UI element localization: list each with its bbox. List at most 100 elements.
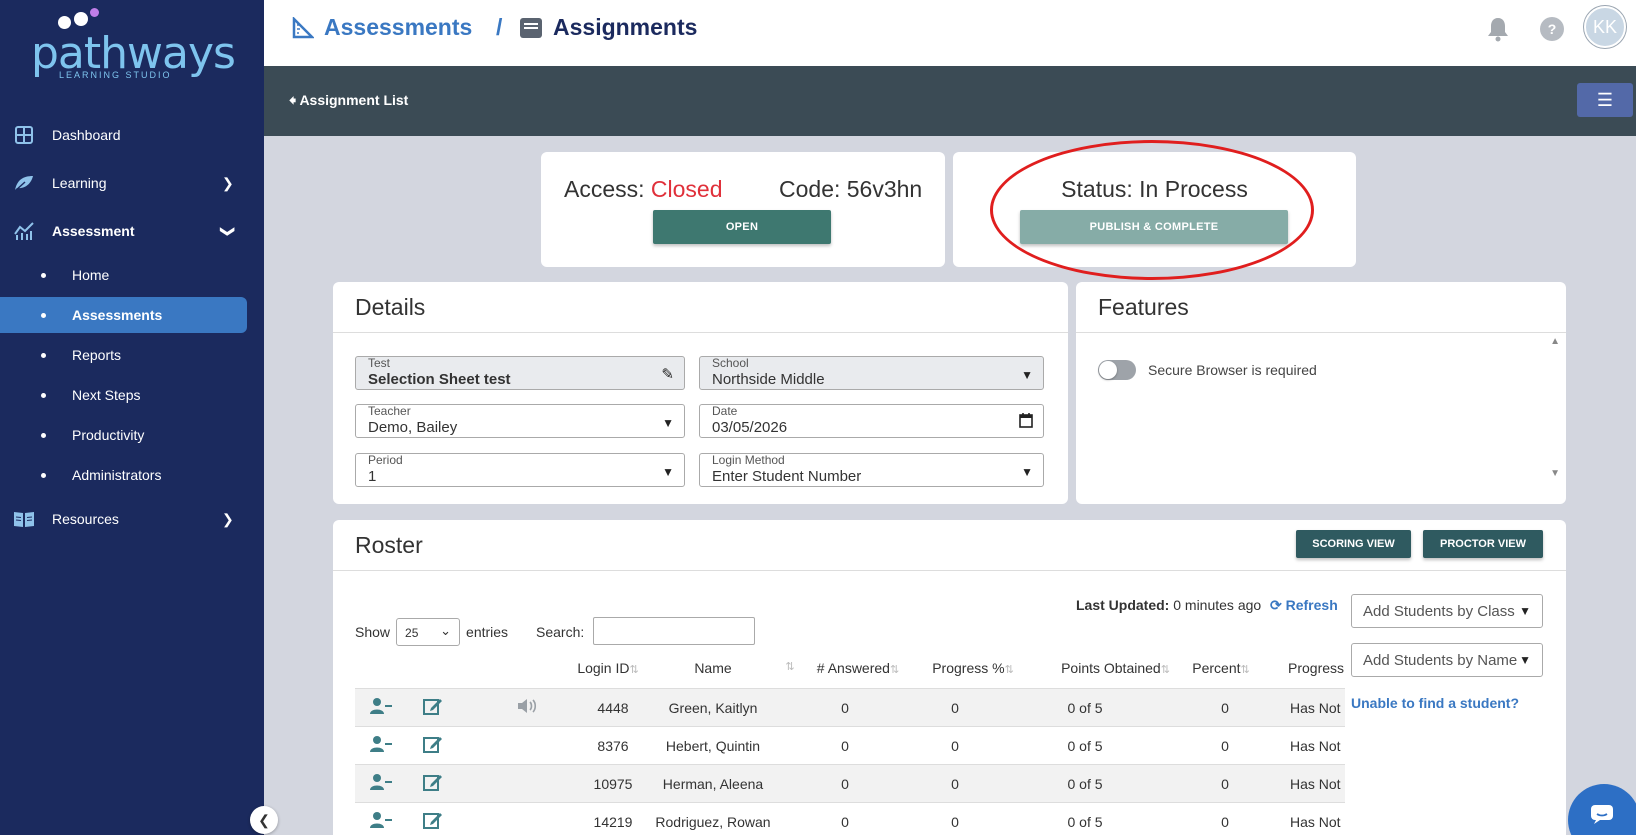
roster-title: Roster: [355, 532, 423, 558]
column-label: Progress: [1288, 660, 1345, 676]
cell-name: Hebert, Quintin: [665, 738, 761, 754]
leaf-icon: [13, 172, 35, 194]
sidebar-item-label: Resources: [52, 511, 119, 527]
cell-progress-pct: 0: [951, 814, 959, 830]
proctor-view-button[interactable]: PROCTOR VIEW: [1423, 530, 1543, 558]
sidebar-item-dashboard[interactable]: Dashboard: [0, 118, 264, 152]
publish-complete-button[interactable]: PUBLISH & COMPLETE: [1020, 210, 1288, 244]
edit-icon[interactable]: [423, 697, 443, 720]
chat-icon: [1590, 804, 1614, 830]
edit-icon[interactable]: [423, 811, 443, 834]
remove-user-icon[interactable]: [369, 811, 393, 834]
remove-user-icon[interactable]: [369, 697, 393, 720]
features-title: Features: [1098, 294, 1189, 320]
calendar-icon[interactable]: [1019, 413, 1033, 431]
unable-to-find-link[interactable]: Unable to find a student?: [1351, 695, 1519, 711]
edit-icon[interactable]: [423, 773, 443, 796]
last-updated-label: Last Updated:: [1076, 597, 1170, 613]
dashboard-icon: [13, 124, 35, 146]
remove-user-icon[interactable]: [369, 773, 393, 796]
sidebar-subitem-next-steps[interactable]: Next Steps: [0, 378, 264, 412]
speaker-icon[interactable]: [517, 697, 539, 720]
sidebar-subitem-productivity[interactable]: Productivity: [0, 418, 264, 452]
sidebar-item-resources[interactable]: Resources ❯: [0, 502, 264, 536]
sidebar-item-assessment[interactable]: Assessment ❯: [0, 214, 264, 248]
help-icon[interactable]: ?: [1540, 17, 1564, 41]
assignment-list-link[interactable]: 🠸 Assignment List: [289, 90, 408, 114]
sidebar-subitem-administrators[interactable]: Administrators: [0, 458, 264, 492]
field-label: Teacher: [368, 404, 411, 418]
sidebar-subitem-home[interactable]: Home: [0, 258, 264, 292]
caret-down-icon: ▼: [1519, 653, 1531, 667]
cell-progress-pct: 0: [951, 776, 959, 792]
top-header: Assessments / Assignments ? KK: [264, 0, 1636, 66]
roster-table: 4448 Green, Kaitlyn 0 0 0 of 5 0 Has Not…: [355, 688, 1345, 835]
cell-answered: 0: [841, 700, 849, 716]
open-button[interactable]: OPEN: [653, 210, 831, 244]
column-header-name[interactable]: Name: [668, 660, 758, 676]
cell-answered: 0: [841, 814, 849, 830]
details-card: Details Test Selection Sheet test ✎ Scho…: [333, 282, 1068, 504]
refresh-link[interactable]: ⟳ Refresh: [1270, 597, 1338, 614]
date-field[interactable]: Date 03/05/2026: [699, 404, 1044, 438]
cell-name: Rodriguez, Rowan: [655, 814, 771, 830]
school-select[interactable]: School Northside Middle ▼: [699, 356, 1044, 390]
refresh-label: Refresh: [1285, 597, 1338, 613]
edit-icon[interactable]: [423, 735, 443, 758]
roster-card: Roster SCORING VIEW PROCTOR VIEW Last Up…: [333, 520, 1566, 835]
chevron-down-icon: ⌄: [440, 623, 452, 638]
avatar[interactable]: KK: [1584, 6, 1626, 48]
chat-button[interactable]: [1568, 784, 1636, 835]
column-header-percent[interactable]: Percent⇅: [1186, 660, 1256, 676]
select-value: Add Students by Name: [1363, 652, 1518, 669]
column-label: Name: [694, 660, 732, 676]
period-select[interactable]: Period 1 ▼: [355, 453, 685, 487]
secure-browser-toggle[interactable]: [1098, 360, 1136, 380]
scoring-view-button[interactable]: SCORING VIEW: [1296, 530, 1411, 558]
scroll-down-icon[interactable]: ▼: [1550, 468, 1560, 479]
sort-icon[interactable]: ⇅: [783, 660, 797, 673]
code-value: 56v3hn: [846, 176, 923, 202]
entries-select[interactable]: 25 ⌄: [396, 618, 461, 646]
login-method-select[interactable]: Login Method Enter Student Number ▼: [699, 453, 1044, 487]
status-label: Status:: [1061, 176, 1133, 202]
search-label: Search:: [536, 624, 585, 640]
chevron-right-icon: ❯: [222, 510, 234, 527]
chevron-down-icon: ❯: [220, 225, 237, 237]
breadcrumb-assessments[interactable]: Assessments: [292, 14, 472, 41]
remove-user-icon[interactable]: [369, 735, 393, 758]
menu-button[interactable]: ☰: [1577, 83, 1633, 117]
edit-icon[interactable]: ✎: [661, 365, 674, 383]
teacher-select[interactable]: Teacher Demo, Bailey ▼: [355, 404, 685, 438]
test-field[interactable]: Test Selection Sheet test ✎: [355, 356, 685, 390]
cell-points: 0 of 5: [1067, 814, 1103, 830]
column-header-answered[interactable]: # Answered⇅: [808, 660, 908, 676]
entries-value: 25: [405, 626, 419, 640]
collapse-sidebar-button[interactable]: ❮: [250, 806, 278, 834]
cell-name: Green, Kaitlyn: [668, 700, 758, 716]
book-icon: [13, 508, 35, 530]
table-row: 8376 Hebert, Quintin 0 0 0 of 5 0 Has No…: [355, 726, 1345, 764]
search-input[interactable]: [593, 617, 755, 645]
cell-progress: Has Not Lo: [1290, 738, 1345, 754]
add-students-by-name-select[interactable]: Add Students by Name ▼: [1351, 643, 1543, 677]
pathways-logo[interactable]: pathways LEARNING STUDIO: [28, 8, 236, 80]
last-updated-value: 0 minutes ago: [1173, 597, 1262, 613]
column-header-progress[interactable]: Progress: [1288, 660, 1345, 676]
chevron-right-icon: ❯: [222, 174, 234, 191]
sidebar-item-learning[interactable]: Learning ❯: [0, 166, 264, 200]
column-header-points[interactable]: Points Obtained⇅: [1048, 660, 1183, 676]
chart-icon: [13, 220, 35, 242]
column-header-progress-pct[interactable]: Progress %⇅: [923, 660, 1023, 676]
divider: [1076, 332, 1566, 333]
sidebar-subitem-assessments[interactable]: Assessments: [0, 297, 247, 333]
sidebar-subitem-reports[interactable]: Reports: [0, 338, 264, 372]
bell-icon[interactable]: [1486, 16, 1512, 42]
logo-dot: [90, 8, 99, 17]
cell-progress-pct: 0: [951, 700, 959, 716]
column-header-login-id[interactable]: Login ID⇅: [573, 660, 643, 676]
code-label: Code:: [779, 176, 841, 202]
show-label: Show: [355, 624, 391, 640]
scroll-up-icon[interactable]: ▲: [1550, 336, 1560, 347]
add-students-by-class-select[interactable]: Add Students by Class ▼: [1351, 594, 1543, 628]
